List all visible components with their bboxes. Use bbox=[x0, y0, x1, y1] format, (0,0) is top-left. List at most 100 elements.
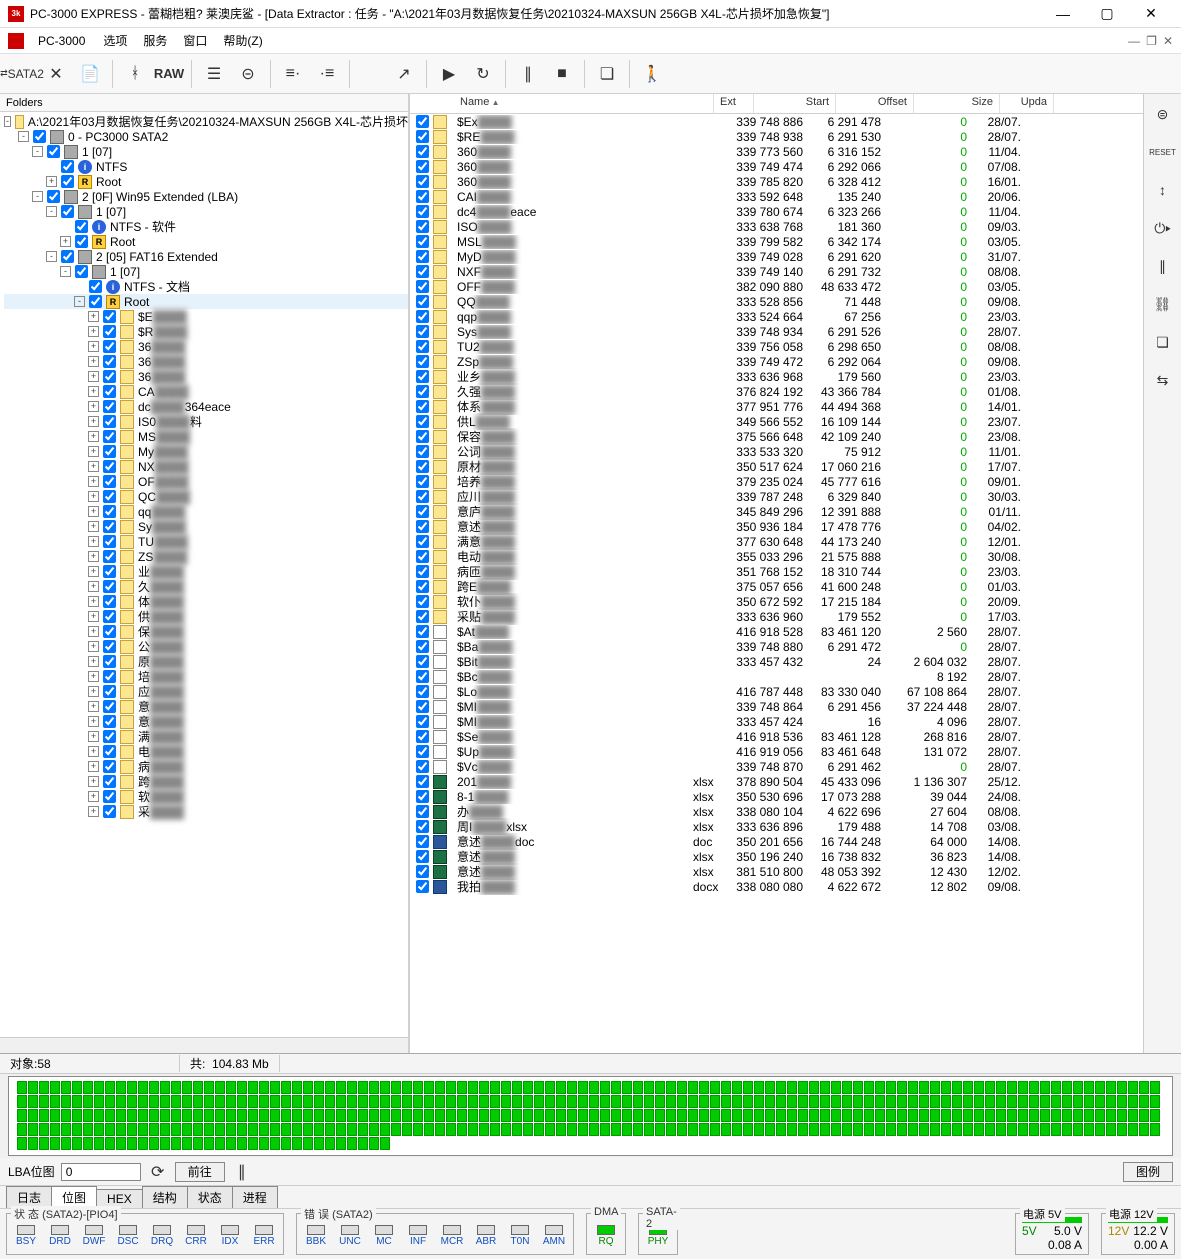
col-Ext[interactable]: Ext bbox=[714, 94, 754, 113]
file-row[interactable]: 业乡████333 636 968179 560023/03. bbox=[410, 369, 1143, 384]
col-Offset[interactable]: Offset bbox=[836, 94, 914, 113]
file-row[interactable]: 360████339 749 4746 292 066007/08. bbox=[410, 159, 1143, 174]
file-checkbox[interactable] bbox=[416, 790, 429, 803]
tree-row[interactable]: +体████ bbox=[4, 594, 408, 609]
file-row[interactable]: 周I████xlsxxlsx333 636 896179 48814 70803… bbox=[410, 819, 1143, 834]
file-checkbox[interactable] bbox=[416, 310, 429, 323]
file-list[interactable]: $Ex████339 748 8866 291 478028/07.$RE███… bbox=[410, 114, 1143, 1053]
expand-icon[interactable]: + bbox=[88, 311, 99, 322]
tree-row[interactable]: +NX████ bbox=[4, 459, 408, 474]
expand-icon[interactable]: + bbox=[88, 626, 99, 637]
file-row[interactable]: 培养████379 235 02445 777 616009/01. bbox=[410, 474, 1143, 489]
expand-icon[interactable]: - bbox=[18, 131, 29, 142]
tree-row[interactable]: +$E████ bbox=[4, 309, 408, 324]
tree-checkbox[interactable] bbox=[47, 145, 60, 158]
file-checkbox[interactable] bbox=[416, 520, 429, 533]
expand-icon[interactable]: - bbox=[74, 296, 85, 307]
tree-row[interactable]: +RRoot bbox=[4, 174, 408, 189]
copy-button[interactable]: ❏ bbox=[591, 58, 623, 90]
mdi-close-icon[interactable]: ✕ bbox=[1163, 34, 1173, 48]
file-row[interactable]: 公词████333 533 32075 912011/01. bbox=[410, 444, 1143, 459]
file-checkbox[interactable] bbox=[416, 475, 429, 488]
tree-row[interactable]: +病████ bbox=[4, 759, 408, 774]
expand-icon[interactable]: + bbox=[88, 716, 99, 727]
col-Start[interactable]: Start bbox=[754, 94, 836, 113]
file-checkbox[interactable] bbox=[416, 745, 429, 758]
expand-icon[interactable]: + bbox=[88, 506, 99, 517]
expand-icon[interactable]: + bbox=[88, 566, 99, 577]
file-row[interactable]: 我拍████docx338 080 0804 622 67212 80209/0… bbox=[410, 879, 1143, 894]
tree-row[interactable]: +36████ bbox=[4, 354, 408, 369]
disk-button[interactable]: ⊝ bbox=[232, 58, 264, 90]
legend-button[interactable]: 图例 bbox=[1123, 1162, 1173, 1182]
tree-checkbox[interactable] bbox=[103, 805, 116, 818]
play-button[interactable]: ▶ bbox=[433, 58, 465, 90]
side-reset-icon[interactable]: RESET bbox=[1149, 138, 1177, 166]
brand-label[interactable]: PC-3000 bbox=[30, 32, 93, 50]
col-Upda[interactable]: Upda bbox=[1000, 94, 1054, 113]
file-row[interactable]: CAI████333 592 648135 240020/06. bbox=[410, 189, 1143, 204]
expand-icon[interactable]: + bbox=[88, 731, 99, 742]
expand-icon[interactable]: + bbox=[88, 521, 99, 532]
pause-button[interactable]: ∥ bbox=[512, 58, 544, 90]
nav-pause-icon[interactable]: ∥ bbox=[231, 1162, 253, 1182]
tree-row[interactable]: +QC████ bbox=[4, 489, 408, 504]
file-checkbox[interactable] bbox=[416, 445, 429, 458]
file-checkbox[interactable] bbox=[416, 700, 429, 713]
expand-icon[interactable]: + bbox=[88, 356, 99, 367]
expand-icon[interactable]: + bbox=[88, 401, 99, 412]
expand-icon[interactable]: + bbox=[88, 416, 99, 427]
file-row[interactable]: 原材████350 517 62417 060 216017/07. bbox=[410, 459, 1143, 474]
tree-row[interactable]: +$R████ bbox=[4, 324, 408, 339]
tree-row[interactable]: iNTFS - 文档 bbox=[4, 279, 408, 294]
file-row[interactable]: $At████416 918 52883 461 1202 56028/07. bbox=[410, 624, 1143, 639]
expand-icon[interactable]: + bbox=[88, 491, 99, 502]
file-row[interactable]: $Bit████333 457 432242 604 03228/07. bbox=[410, 654, 1143, 669]
expand-icon[interactable]: + bbox=[88, 476, 99, 487]
expand-icon[interactable]: + bbox=[46, 176, 57, 187]
tree-row[interactable]: +应████ bbox=[4, 684, 408, 699]
tree-checkbox[interactable] bbox=[103, 385, 116, 398]
tree-row[interactable]: -A:\2021年03月数据恢复任务\20210324-MAXSUN 256GB… bbox=[4, 114, 408, 129]
side-copy-icon[interactable]: ❏ bbox=[1149, 328, 1177, 356]
tree-row[interactable]: -1 [07] bbox=[4, 204, 408, 219]
file-row[interactable]: MyD████339 749 0286 291 620031/07. bbox=[410, 249, 1143, 264]
file-checkbox[interactable] bbox=[416, 730, 429, 743]
file-checkbox[interactable] bbox=[416, 115, 429, 128]
sata-mode-button[interactable]: ⇄SATA2 bbox=[6, 58, 38, 90]
tree-hscroll[interactable] bbox=[0, 1037, 408, 1053]
tree-checkbox[interactable] bbox=[103, 550, 116, 563]
file-row[interactable]: MSL████339 799 5826 342 174003/05. bbox=[410, 234, 1143, 249]
file-row[interactable]: NXF████339 749 1406 291 732008/08. bbox=[410, 264, 1143, 279]
file-row[interactable]: $Bc████8 19228/07. bbox=[410, 669, 1143, 684]
tree-row[interactable]: -1 [07] bbox=[4, 144, 408, 159]
file-checkbox[interactable] bbox=[416, 595, 429, 608]
file-row[interactable]: dc4████eace339 780 6746 323 266011/04. bbox=[410, 204, 1143, 219]
file-row[interactable]: 意述████docdoc350 201 65616 744 24864 0001… bbox=[410, 834, 1143, 849]
expand-icon[interactable] bbox=[74, 281, 85, 292]
file-checkbox[interactable] bbox=[416, 610, 429, 623]
file-row[interactable]: 病匝████351 768 15218 310 744023/03. bbox=[410, 564, 1143, 579]
file-checkbox[interactable] bbox=[416, 205, 429, 218]
menu-帮助(Z)[interactable]: 帮助(Z) bbox=[215, 30, 270, 51]
tree-checkbox[interactable] bbox=[103, 625, 116, 638]
side-pause-icon[interactable]: ∥ bbox=[1149, 252, 1177, 280]
file-row[interactable]: $Ba████339 748 8806 291 472028/07. bbox=[410, 639, 1143, 654]
tab-状态[interactable]: 状态 bbox=[187, 1186, 233, 1208]
tree-row[interactable]: iNTFS - 软件 bbox=[4, 219, 408, 234]
side-signal-icon[interactable]: ↕ bbox=[1149, 176, 1177, 204]
raw-button[interactable]: RAW bbox=[153, 58, 185, 90]
tree-checkbox[interactable] bbox=[103, 565, 116, 578]
menu-窗口[interactable]: 窗口 bbox=[175, 30, 215, 51]
tree-row[interactable]: +跨████ bbox=[4, 774, 408, 789]
tree-checkbox[interactable] bbox=[103, 760, 116, 773]
file-row[interactable]: 应川████339 787 2486 329 840030/03. bbox=[410, 489, 1143, 504]
file-checkbox[interactable] bbox=[416, 340, 429, 353]
tree-row[interactable]: -2 [0F] Win95 Extended (LBA) bbox=[4, 189, 408, 204]
file-row[interactable]: 久强████376 824 19243 366 784001/08. bbox=[410, 384, 1143, 399]
exit-button[interactable]: 🚶 bbox=[636, 58, 668, 90]
tree-checkbox[interactable] bbox=[103, 595, 116, 608]
stop-button[interactable]: ■ bbox=[546, 58, 578, 90]
file-row[interactable]: 360████339 773 5606 316 152011/04. bbox=[410, 144, 1143, 159]
file-checkbox[interactable] bbox=[416, 850, 429, 863]
